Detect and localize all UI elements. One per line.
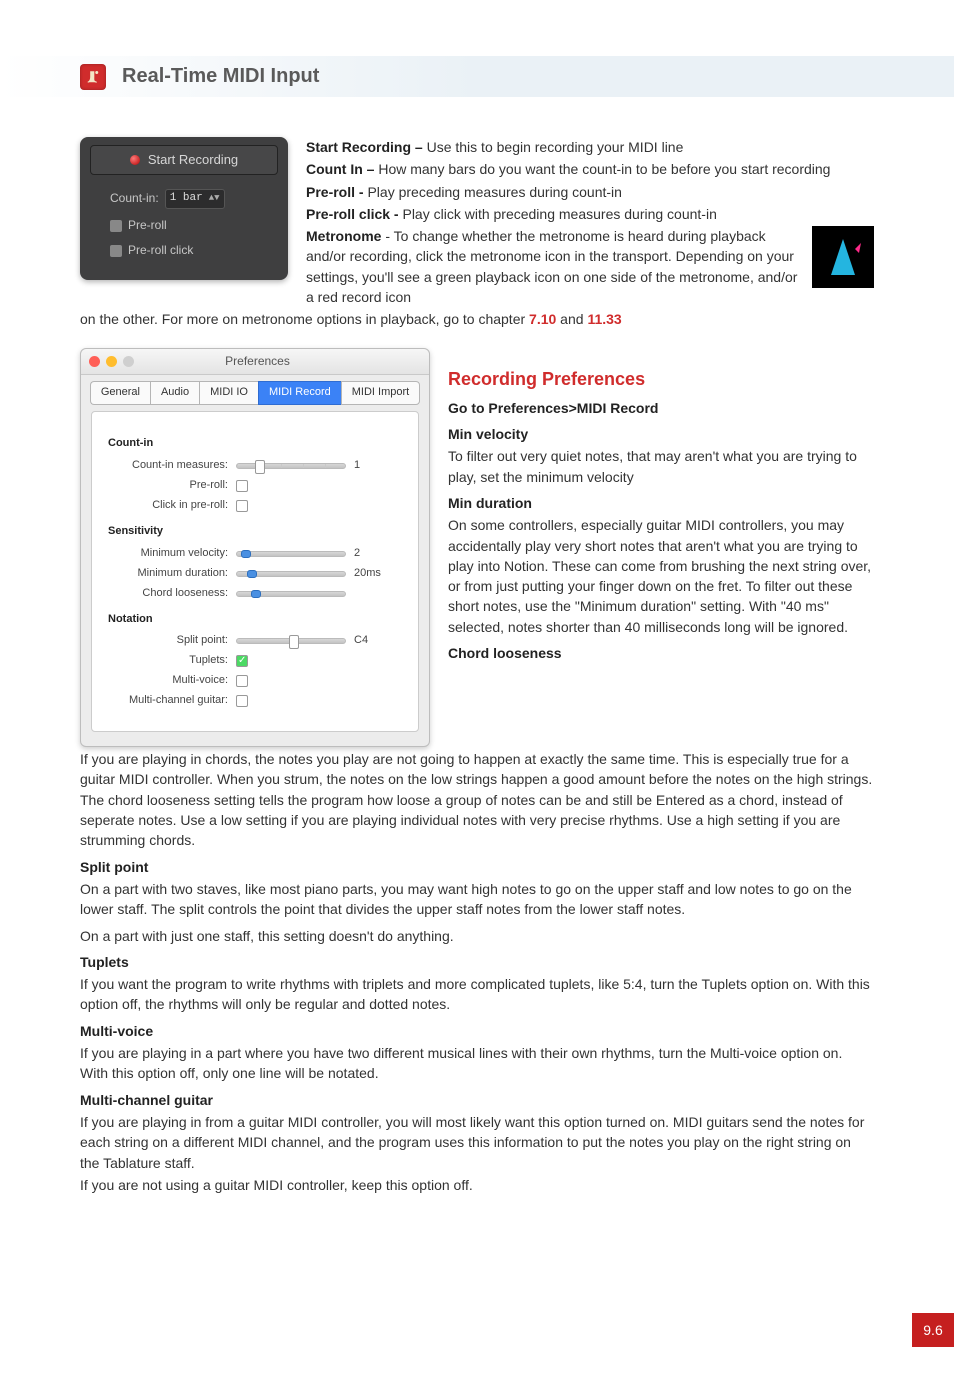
preferences-titlebar: Preferences bbox=[81, 349, 429, 375]
tuplets-checkbox[interactable] bbox=[236, 655, 248, 667]
prerollclick-term: Pre-roll click - bbox=[306, 206, 402, 222]
tab-general[interactable]: General bbox=[90, 381, 150, 405]
preroll-click-label: Pre-roll click bbox=[128, 242, 193, 259]
multivoice-checkbox[interactable] bbox=[236, 675, 248, 687]
chord-looseness-label: Chord looseness: bbox=[106, 586, 236, 602]
app-icon bbox=[80, 64, 106, 90]
split-point-heading: Split point bbox=[80, 857, 874, 877]
chord-looseness-text: If you are playing in chords, the notes … bbox=[80, 749, 874, 850]
start-recording-panel: Start Recording Count-in: 1 bar ▲▼ Pre-r… bbox=[80, 137, 288, 280]
close-icon[interactable] bbox=[89, 356, 100, 367]
preroll-text: Play preceding measures during count-in bbox=[367, 184, 621, 200]
preroll-term: Pre-roll - bbox=[306, 184, 367, 200]
metronome-term: Metronome bbox=[306, 228, 381, 244]
chord-looseness-slider[interactable] bbox=[236, 591, 346, 597]
min-velocity-value: 2 bbox=[354, 546, 394, 562]
intro-description: Start Recording – Use this to begin reco… bbox=[306, 137, 874, 309]
click-preroll-label: Click in pre-roll: bbox=[106, 498, 236, 514]
page-header: Real-Time MIDI Input bbox=[0, 56, 954, 97]
chapter-ref-2: 11.33 bbox=[587, 311, 621, 327]
split-point-text2: On a part with just one staff, this sett… bbox=[80, 926, 874, 946]
metronome-tail: on the other. For more on metronome opti… bbox=[80, 309, 874, 329]
min-velocity-label: Minimum velocity: bbox=[106, 546, 236, 562]
record-icon bbox=[130, 155, 140, 165]
stepper-icon: ▲▼ bbox=[209, 192, 220, 205]
metronome-icon bbox=[812, 226, 874, 288]
mcg-text1: If you are playing in from a guitar MIDI… bbox=[80, 1112, 874, 1173]
tuplets-heading: Tuplets bbox=[80, 952, 874, 972]
chapter-ref-1: 7.10 bbox=[529, 311, 556, 327]
multivoice-label: Multi-voice: bbox=[106, 673, 236, 689]
goto-prefs: Go to Preferences>MIDI Record bbox=[448, 398, 874, 418]
recording-prefs-heading: Recording Preferences bbox=[448, 366, 874, 392]
min-velocity-slider[interactable] bbox=[236, 551, 346, 557]
mcg-heading: Multi-channel guitar bbox=[80, 1090, 874, 1110]
countin-text: How many bars do you want the count-in t… bbox=[378, 161, 830, 177]
start-recording-label: Start Recording bbox=[148, 151, 238, 170]
count-in-label: Count-in: bbox=[110, 190, 159, 207]
start-rec-term: Start Recording – bbox=[306, 139, 427, 155]
min-duration-heading: Min duration bbox=[448, 493, 874, 513]
preroll-click-checkbox[interactable] bbox=[110, 245, 122, 257]
countin-measures-value: 1 bbox=[354, 458, 394, 474]
preferences-title: Preferences bbox=[134, 353, 381, 370]
min-duration-label: Minimum duration: bbox=[106, 566, 236, 582]
multivoice-text: If you are playing in a part where you h… bbox=[80, 1043, 874, 1084]
preroll-pref-label: Pre-roll: bbox=[106, 478, 236, 494]
min-duration-slider[interactable] bbox=[236, 571, 346, 577]
mcg-text2: If you are not using a guitar MIDI contr… bbox=[80, 1175, 874, 1195]
click-preroll-checkbox[interactable] bbox=[236, 500, 248, 512]
start-rec-text: Use this to begin recording your MIDI li… bbox=[427, 139, 684, 155]
zoom-icon[interactable] bbox=[123, 356, 134, 367]
page-title: Real-Time MIDI Input bbox=[122, 62, 319, 91]
preferences-tabs: General Audio MIDI IO MIDI Record MIDI I… bbox=[81, 375, 429, 411]
preroll-label: Pre-roll bbox=[128, 217, 167, 234]
recording-prefs-text: Recording Preferences Go to Preferences>… bbox=[448, 348, 874, 666]
split-point-label: Split point: bbox=[106, 633, 236, 649]
count-in-select[interactable]: 1 bar ▲▼ bbox=[165, 189, 225, 209]
group-countin: Count-in bbox=[108, 436, 404, 452]
mcg-label: Multi-channel guitar: bbox=[106, 693, 236, 709]
tab-audio[interactable]: Audio bbox=[150, 381, 199, 405]
count-in-value: 1 bar bbox=[170, 191, 203, 207]
split-point-text1: On a part with two staves, like most pia… bbox=[80, 879, 874, 920]
preroll-pref-checkbox[interactable] bbox=[236, 480, 248, 492]
split-point-slider[interactable] bbox=[236, 638, 346, 644]
min-duration-text: On some controllers, especially guitar M… bbox=[448, 515, 874, 637]
min-duration-value: 20ms bbox=[354, 566, 394, 582]
minimize-icon[interactable] bbox=[106, 356, 117, 367]
tab-midi-record[interactable]: MIDI Record bbox=[258, 381, 341, 405]
group-sensitivity: Sensitivity bbox=[108, 524, 404, 540]
body-text: If you are playing in chords, the notes … bbox=[0, 749, 954, 1195]
preferences-window: Preferences General Audio MIDI IO MIDI R… bbox=[80, 348, 430, 748]
min-velocity-text: To filter out very quiet notes, that may… bbox=[448, 446, 874, 487]
group-notation: Notation bbox=[108, 612, 404, 628]
page-number: 9.6 bbox=[912, 1313, 954, 1347]
preroll-checkbox[interactable] bbox=[110, 220, 122, 232]
tab-midi-io[interactable]: MIDI IO bbox=[199, 381, 258, 405]
tuplets-label: Tuplets: bbox=[106, 653, 236, 669]
tuplets-text: If you want the program to write rhythms… bbox=[80, 974, 874, 1015]
window-controls[interactable] bbox=[89, 356, 134, 367]
mcg-checkbox[interactable] bbox=[236, 695, 248, 707]
start-recording-button[interactable]: Start Recording bbox=[90, 145, 278, 175]
countin-measures-label: Count-in measures: bbox=[106, 458, 236, 474]
multivoice-heading: Multi-voice bbox=[80, 1021, 874, 1041]
countin-term: Count In – bbox=[306, 161, 378, 177]
prerollclick-text: Play click with preceding measures durin… bbox=[402, 206, 716, 222]
countin-measures-slider[interactable] bbox=[236, 463, 346, 469]
tab-midi-import[interactable]: MIDI Import bbox=[341, 381, 420, 405]
split-point-value: C4 bbox=[354, 633, 394, 649]
min-velocity-heading: Min velocity bbox=[448, 424, 874, 444]
chord-looseness-heading: Chord looseness bbox=[448, 643, 874, 663]
